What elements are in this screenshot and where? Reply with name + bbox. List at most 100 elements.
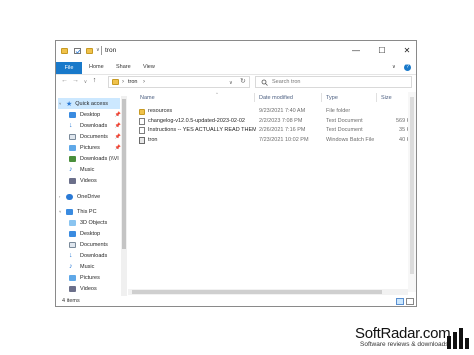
navigation-bar: ← → ∨ ↑ › tron › ∨ ↻ Search tron (56, 75, 416, 90)
file-list-scrollbar[interactable] (408, 92, 416, 292)
chevron-down-icon: ˅ (59, 101, 62, 106)
details-view-icon[interactable] (396, 298, 404, 305)
sidebar-item-onedrive[interactable]: › OneDrive (58, 191, 122, 202)
recent-locations-dropdown[interactable]: ∨ (81, 79, 90, 85)
sidebar-item-label: Documents (80, 133, 108, 140)
help-icon[interactable]: ? (404, 64, 411, 71)
ribbon-expand-icon[interactable]: ∨ (392, 64, 396, 70)
music-icon: ♪ (69, 165, 73, 173)
sidebar-scrollbar[interactable] (121, 96, 127, 296)
column-divider (376, 93, 377, 102)
downloads-icon: ↓ (69, 121, 73, 129)
column-header-size[interactable]: Size (381, 95, 392, 101)
file-name: tron (148, 136, 158, 143)
breadcrumb-tron[interactable]: tron (128, 79, 137, 85)
page: { "window": { "title": "tron" }, "titleb… (0, 0, 474, 355)
quick-access-toolbar-dropdown[interactable]: ∨ (96, 47, 100, 53)
up-button[interactable]: ↑ (90, 77, 99, 84)
large-icons-view-icon[interactable] (406, 298, 414, 305)
cloud-icon (66, 193, 73, 200)
chevron-right-icon: › (59, 194, 61, 199)
back-button[interactable]: ← (60, 77, 69, 84)
column-divider (321, 93, 322, 102)
file-name: resources (148, 108, 173, 114)
chevron-down-icon: ˅ (59, 209, 62, 214)
videos-icon (69, 177, 76, 184)
tab-home[interactable]: Home (89, 64, 104, 70)
sidebar-item-label: Videos (80, 285, 97, 292)
documents-icon (69, 241, 76, 248)
file-row[interactable]: Instructions -- YES ACTUALLY READ THEM 2… (136, 126, 416, 135)
file-date: 9/23/2021 7:40 AM (259, 108, 306, 114)
column-header-name[interactable]: Name (140, 95, 155, 101)
maximize-button[interactable]: ☐ (374, 44, 390, 57)
file-type: Windows Batch File (326, 136, 375, 143)
column-header-type[interactable]: Type (326, 95, 338, 101)
sidebar-item-label: 3D Objects (80, 219, 108, 226)
properties-icon[interactable] (74, 48, 81, 54)
title-separator (101, 46, 102, 55)
file-date: 2/2/2023 7:08 PM (259, 117, 303, 124)
sidebar-item-this-pc[interactable]: ˅ This PC (58, 206, 122, 217)
pictures-icon (69, 144, 76, 151)
sidebar-item-quick-access[interactable]: ˅ ★ Quick access (58, 98, 120, 109)
new-folder-icon[interactable] (86, 48, 93, 54)
file-type: File folder (326, 108, 351, 114)
sort-arrow-icon: ^ (216, 91, 218, 96)
file-row[interactable]: changelog-v12.0.5-updated-2023-02-02 2/2… (136, 117, 416, 126)
folder-icon (139, 108, 145, 115)
horizontal-scrollbar[interactable] (128, 289, 408, 295)
tab-view[interactable]: View (143, 64, 155, 70)
desktop-icon (69, 230, 76, 237)
search-placeholder: Search tron (272, 79, 301, 85)
pictures-icon (69, 274, 76, 281)
sidebar-item-label: Pictures (80, 144, 100, 151)
network-drive-icon (69, 155, 76, 162)
watermark-logo-icon (447, 328, 469, 349)
file-date: 2/26/2021 7:16 PM (259, 127, 306, 133)
documents-icon (69, 133, 76, 140)
breadcrumb-separator: › (143, 79, 145, 85)
window-title: tron (105, 47, 117, 54)
refresh-button[interactable]: ↻ (240, 77, 246, 85)
close-button[interactable]: ✕ (399, 44, 415, 57)
minimize-button[interactable]: — (348, 44, 364, 57)
address-dropdown-icon[interactable]: ∨ (229, 80, 233, 86)
file-explorer-window: ∨ tron — ☐ ✕ File Home Share View ∨ ? ← … (55, 40, 417, 307)
ribbon: File Home Share View ∨ ? (56, 62, 416, 75)
watermark-brand: SoftRadar.com (355, 325, 451, 342)
column-header-date[interactable]: Date modified (259, 95, 293, 101)
sidebar-item-label: OneDrive (77, 193, 101, 200)
sidebar-item-label: Pictures (80, 274, 100, 281)
file-name: changelog-v12.0.5-updated-2023-02-02 (148, 117, 245, 124)
text-file-icon (139, 117, 145, 125)
sidebar-item-label: Downloads (\\VI (80, 155, 119, 162)
sidebar-item-label: Music (80, 166, 95, 173)
forward-button[interactable]: → (71, 77, 80, 84)
status-item-count: 4 items (62, 298, 80, 304)
star-icon: ★ (66, 100, 73, 108)
breadcrumb-separator: › (122, 79, 124, 85)
file-name: Instructions -- YES ACTUALLY READ THEM (148, 127, 256, 133)
file-type: Text Document (326, 117, 363, 124)
sidebar-item-label: Downloads (80, 122, 108, 129)
tab-file[interactable]: File (56, 62, 82, 74)
watermark-tagline: Software reviews & downloads (360, 341, 449, 348)
computer-icon (66, 208, 73, 215)
search-icon (261, 79, 268, 86)
sidebar-item-label: Documents (80, 241, 108, 248)
tab-share[interactable]: Share (116, 64, 131, 70)
sidebar-item-label: Downloads (80, 252, 108, 259)
sidebar-scrollbar-thumb[interactable] (122, 99, 126, 249)
file-list-scrollbar-thumb[interactable] (410, 97, 414, 274)
column-divider (254, 93, 255, 102)
address-bar[interactable]: › tron › ∨ (108, 76, 250, 88)
music-icon: ♪ (69, 262, 73, 270)
3d-objects-icon (69, 219, 76, 226)
search-box[interactable]: Search tron (255, 76, 412, 88)
file-row[interactable]: resources 9/23/2021 7:40 AM File folder (136, 107, 416, 116)
sidebar-item-label: This PC (77, 208, 97, 215)
file-row[interactable]: tron 7/23/2021 10:02 PM Windows Batch Fi… (136, 136, 416, 145)
folder-icon (112, 79, 119, 85)
horizontal-scrollbar-thumb[interactable] (132, 290, 382, 294)
